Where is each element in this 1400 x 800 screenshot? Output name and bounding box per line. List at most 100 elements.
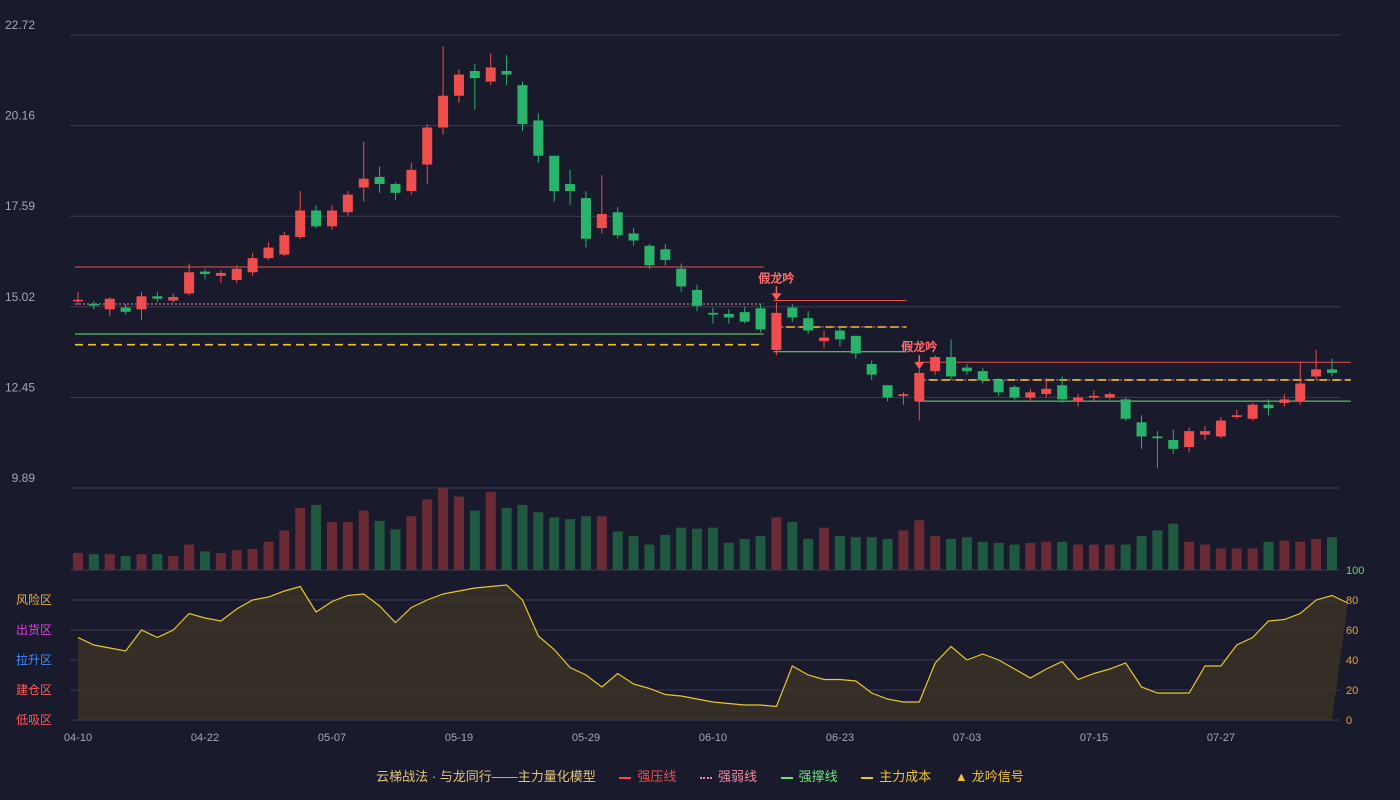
candle-body [374, 176, 385, 184]
candle-body [1215, 420, 1226, 437]
candle-body [1041, 388, 1052, 395]
candle-body [882, 385, 893, 398]
candle-body [850, 335, 861, 354]
candle-body [1088, 395, 1099, 398]
candle-body [1025, 392, 1036, 398]
volume-bar [1200, 544, 1211, 570]
x-tick-label: 07-03 [953, 732, 981, 744]
candle-body [628, 233, 639, 241]
candle-body [438, 95, 449, 128]
volume-bar [1327, 537, 1337, 570]
volume-bar [485, 491, 496, 570]
candle-body [930, 357, 941, 372]
volume-bar [374, 520, 385, 570]
volume-bar [295, 507, 306, 570]
legend-label-support: 强撑线 [798, 769, 838, 784]
signal-arrow-icon [914, 362, 925, 370]
volume-bar [692, 528, 703, 570]
x-tick-label: 07-15 [1080, 732, 1108, 744]
candle-body [1200, 431, 1211, 435]
volume-bar [1279, 540, 1290, 570]
zone-label: 建仓区 [16, 683, 52, 697]
volume-bar [803, 538, 814, 570]
volume-bar [1295, 541, 1306, 570]
volume-bar [882, 538, 893, 570]
legend-label-cost: 主力成本 [879, 769, 932, 784]
volume-bar [406, 516, 417, 570]
signal-arrow-icon [771, 293, 782, 301]
volume-bar [1311, 538, 1322, 570]
candle-body [517, 85, 528, 124]
candle-body [1057, 385, 1068, 400]
volume-bar [1136, 536, 1147, 570]
candle-body [961, 367, 972, 372]
candle-body [644, 245, 655, 266]
volume-bar [453, 496, 464, 570]
volume-bar [723, 542, 734, 570]
candle-body [739, 312, 750, 322]
volume-bar [1073, 544, 1084, 570]
candle-body [866, 364, 877, 375]
candle-body [1184, 431, 1195, 448]
candle-body [311, 210, 322, 227]
candle-body [707, 312, 718, 315]
volume-bar [898, 530, 909, 570]
y-tick-label: 9.89 [12, 471, 36, 485]
legend-title: 云梯战法 · 与龙同行——主力量化模型 [376, 769, 596, 784]
candle-body [453, 74, 464, 96]
volume-bar [1184, 541, 1195, 570]
volume-bar [819, 527, 830, 570]
volume-bar [1120, 544, 1131, 570]
legend-swatch-support [780, 776, 793, 779]
legend-label-signal: 龙吟信号 [971, 769, 1024, 784]
candle-body [152, 296, 163, 299]
chart-legend: 云梯战法 · 与龙同行——主力量化模型 强压线 强弱线 强撑线 主力成本 ▲ 龙吟… [0, 766, 1400, 785]
candle-body [596, 214, 607, 229]
zone-label: 出货区 [16, 622, 52, 637]
candle-body [358, 178, 369, 188]
triangle-icon: ▲ [954, 769, 968, 784]
candle-body [1279, 399, 1290, 403]
x-tick-label: 07-27 [1207, 732, 1235, 744]
candle-body [1295, 383, 1306, 402]
volume-bar [1152, 530, 1163, 570]
candle-body [787, 307, 798, 318]
volume-bar [247, 549, 258, 570]
zone-label: 风险区 [16, 592, 52, 607]
volume-bar [263, 541, 274, 570]
volume-bar [358, 510, 369, 570]
candle-body [977, 371, 988, 380]
legend-swatch-weak [700, 776, 712, 779]
volume-bar [390, 529, 401, 570]
volume-bar [676, 527, 687, 570]
candle-body [1152, 436, 1163, 439]
volume-bar [1104, 544, 1115, 570]
x-tick-label: 04-22 [191, 732, 219, 744]
x-tick-label: 05-07 [318, 732, 346, 744]
candle-body [1136, 422, 1147, 437]
candle-body [168, 296, 179, 301]
volume-bar [850, 537, 861, 570]
volume-bar [469, 510, 480, 570]
zone-label: 拉升区 [16, 652, 52, 667]
volume-bar [73, 553, 83, 570]
volume-bar [1231, 548, 1242, 570]
volume-bar [866, 537, 877, 570]
candle-body [993, 379, 1004, 393]
candle-body [501, 71, 512, 75]
legend-item-weak: 强弱线 [700, 766, 757, 785]
volume-bar [501, 507, 512, 570]
candle-body [1231, 415, 1242, 418]
candle-body [1168, 439, 1179, 449]
candle-body [612, 212, 623, 236]
candle-body [215, 272, 226, 276]
candle-body [580, 198, 591, 239]
candle-body [946, 357, 957, 377]
volume-bar [1263, 541, 1274, 570]
candle-body [120, 307, 131, 312]
y-tick-label: 20.16 [5, 109, 35, 123]
indicator-area [78, 585, 1348, 720]
signal-label: 假龙吟 [901, 339, 937, 354]
volume-bar [152, 554, 163, 570]
x-tick-label: 06-23 [826, 732, 854, 744]
